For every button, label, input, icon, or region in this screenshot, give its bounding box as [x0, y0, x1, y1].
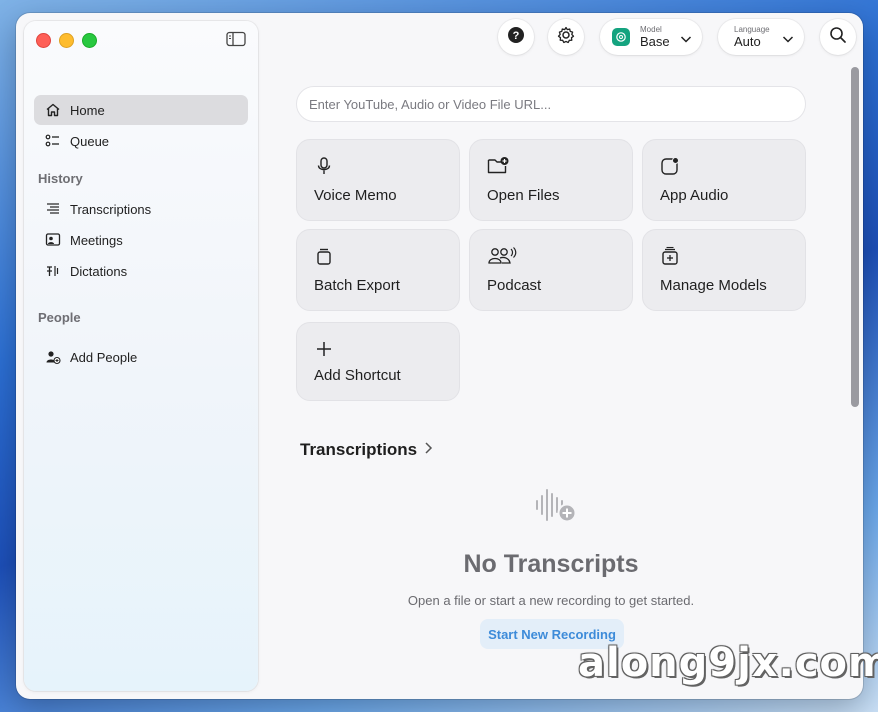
podcast-icon	[487, 246, 517, 266]
dictations-icon	[44, 262, 62, 280]
minimize-window-button[interactable]	[59, 33, 74, 48]
people-section-label: People	[38, 310, 81, 325]
window-controls	[36, 33, 97, 48]
scrollbar[interactable]	[851, 67, 859, 407]
app-audio-icon	[660, 156, 680, 176]
search-icon	[829, 26, 847, 49]
sidebar-item-label: Queue	[70, 133, 110, 149]
add-person-icon	[44, 348, 62, 366]
language-label: Language	[734, 25, 770, 34]
chevron-right-icon	[423, 440, 433, 460]
sidebar-item-label: Meetings	[70, 232, 123, 248]
sidebar: Home Queue History Transcriptions Meetin…	[24, 21, 258, 691]
sidebar-toggle-icon[interactable]	[226, 31, 246, 47]
card-label: Batch Export	[314, 277, 400, 294]
language-selector[interactable]: Language Auto	[718, 19, 804, 55]
home-icon	[44, 101, 62, 119]
watermark-text: along9jx.com	[578, 640, 878, 686]
batch-export-icon	[314, 246, 334, 266]
folder-add-icon	[487, 156, 509, 176]
chevron-down-icon	[782, 31, 794, 49]
app-window: Home Queue History Transcriptions Meetin…	[16, 13, 863, 699]
language-text: Language Auto	[734, 25, 770, 49]
card-label: Podcast	[487, 277, 542, 294]
queue-icon	[44, 132, 62, 150]
voice-memo-card[interactable]: Voice Memo	[296, 139, 460, 221]
history-section-label: History	[38, 171, 83, 186]
zoom-window-button[interactable]	[82, 33, 97, 48]
podcast-card[interactable]: Podcast	[469, 229, 633, 311]
settings-button[interactable]	[548, 19, 584, 55]
sidebar-item-label: Home	[70, 102, 105, 118]
transcriptions-icon	[44, 200, 62, 218]
help-icon: ?	[507, 26, 525, 49]
manage-models-card[interactable]: Manage Models	[642, 229, 806, 311]
open-files-card[interactable]: Open Files	[469, 139, 633, 221]
close-window-button[interactable]	[36, 33, 51, 48]
sidebar-item-label: Add People	[70, 349, 138, 365]
microphone-icon	[314, 156, 334, 176]
search-button[interactable]	[820, 19, 856, 55]
manage-models-icon	[660, 246, 680, 266]
app-audio-card[interactable]: App Audio	[642, 139, 806, 221]
model-label: Model	[640, 25, 662, 34]
empty-state-title: No Transcripts	[463, 550, 639, 578]
section-title: Transcriptions	[300, 440, 418, 459]
svg-text:?: ?	[513, 30, 520, 42]
add-shortcut-card[interactable]: Add Shortcut	[296, 322, 460, 401]
gear-icon	[556, 25, 576, 50]
url-input[interactable]	[296, 86, 806, 122]
sidebar-item-label: Dictations	[70, 263, 128, 279]
sidebar-item-label: Transcriptions	[70, 201, 152, 217]
model-selector[interactable]: Model Base	[600, 19, 702, 55]
model-text: Model Base	[640, 25, 670, 49]
model-value: Base	[640, 34, 670, 49]
meetings-icon	[44, 231, 62, 249]
chevron-down-icon	[680, 31, 692, 49]
model-logo-icon	[612, 28, 630, 46]
sidebar-item-home[interactable]: Home	[34, 95, 248, 125]
sidebar-item-queue[interactable]: Queue	[34, 126, 248, 156]
empty-state-subtitle: Open a file or start a new recording to …	[407, 593, 695, 608]
sidebar-item-meetings[interactable]: Meetings	[34, 225, 248, 255]
batch-export-card[interactable]: Batch Export	[296, 229, 460, 311]
card-label: App Audio	[660, 187, 729, 204]
plus-icon	[314, 339, 334, 359]
transcriptions-section-link[interactable]: Transcriptions	[300, 440, 433, 460]
sidebar-item-dictations[interactable]: Dictations	[34, 256, 248, 286]
sidebar-item-add-people[interactable]: Add People	[34, 342, 248, 372]
waveform-add-icon	[534, 487, 580, 525]
sidebar-item-transcriptions[interactable]: Transcriptions	[34, 194, 248, 224]
language-value: Auto	[734, 34, 761, 49]
card-label: Voice Memo	[314, 187, 397, 204]
help-button[interactable]: ?	[498, 19, 534, 55]
card-label: Manage Models	[660, 277, 767, 294]
card-label: Open Files	[487, 187, 560, 204]
card-label: Add Shortcut	[314, 367, 401, 384]
